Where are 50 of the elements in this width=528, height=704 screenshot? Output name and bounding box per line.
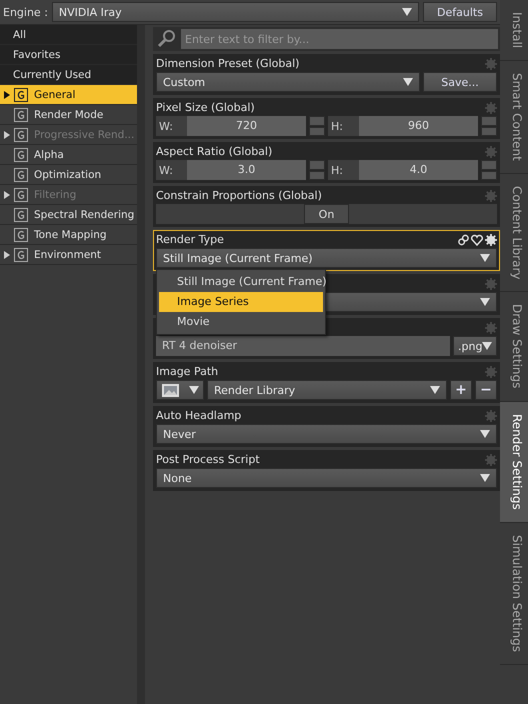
property-label: Render Type bbox=[156, 233, 224, 246]
extension-dropdown[interactable]: .png bbox=[453, 336, 497, 356]
sidebar-item[interactable]: Alpha bbox=[0, 145, 137, 165]
number-field[interactable]: H: 960 bbox=[328, 116, 478, 136]
sidebar-item[interactable]: All bbox=[0, 25, 137, 45]
field-label: W: bbox=[158, 164, 174, 176]
field-value: 960 bbox=[359, 116, 478, 136]
side-tab[interactable]: Simulation Settings bbox=[500, 522, 528, 665]
menu-item[interactable]: Image Series bbox=[159, 292, 323, 312]
preset-dropdown[interactable]: Custom bbox=[156, 72, 420, 92]
search-field[interactable]: Enter text to filter by... bbox=[153, 27, 500, 51]
toggle-button[interactable]: On bbox=[304, 204, 349, 224]
property-label: Pixel Size (Global) bbox=[156, 101, 255, 114]
sidebar-item[interactable]: Favorites bbox=[0, 45, 137, 65]
path-dropdown[interactable]: Render Library bbox=[207, 380, 447, 400]
sidebar-item[interactable]: Optimization bbox=[0, 165, 137, 185]
property-label: Post Process Script bbox=[156, 453, 260, 466]
remove-button[interactable]: − bbox=[475, 380, 497, 400]
sidebar-item[interactable]: Render Mode bbox=[0, 105, 137, 125]
dropdown[interactable]: Still Image (Current Frame) bbox=[156, 248, 497, 268]
add-button[interactable]: + bbox=[450, 380, 472, 400]
side-tab[interactable]: Render Settings bbox=[500, 402, 528, 523]
sidebar-item[interactable]: Environment bbox=[0, 245, 137, 265]
number-field[interactable]: H: 4.0 bbox=[328, 160, 478, 180]
number-field[interactable]: W: 720 bbox=[156, 116, 306, 136]
property-label: Constrain Proportions (Global) bbox=[156, 189, 322, 202]
property-label: Dimension Preset (Global) bbox=[156, 57, 300, 70]
field-value: 4.0 bbox=[359, 160, 478, 180]
menu-item[interactable]: Movie bbox=[159, 312, 323, 332]
dropdown[interactable]: None bbox=[156, 468, 497, 488]
field-value: 720 bbox=[187, 116, 306, 136]
dropdown[interactable]: Never bbox=[156, 424, 497, 444]
sidebar-item[interactable]: General bbox=[0, 85, 137, 105]
field-label: H: bbox=[330, 120, 344, 132]
property-label: Auto Headlamp bbox=[156, 409, 242, 422]
engine-dropdown[interactable]: NVIDIA Iray bbox=[52, 2, 419, 22]
field-label: H: bbox=[330, 164, 344, 176]
property-label: Image Path bbox=[156, 365, 218, 378]
number-field[interactable]: W: 3.0 bbox=[156, 160, 306, 180]
field-value: 3.0 bbox=[187, 160, 306, 180]
menu-item[interactable]: Still Image (Current Frame) bbox=[159, 272, 323, 292]
save-button[interactable]: Save... bbox=[423, 72, 497, 92]
sidebar-item[interactable]: Spectral Rendering bbox=[0, 205, 137, 225]
defaults-button[interactable]: Defaults bbox=[423, 2, 497, 22]
filename-field[interactable]: RT 4 denoiser bbox=[156, 336, 450, 356]
engine-label: Engine : bbox=[3, 6, 48, 18]
sidebar-item[interactable]: Currently Used bbox=[0, 65, 137, 85]
field-label: W: bbox=[158, 120, 174, 132]
sidebar-item[interactable]: Tone Mapping bbox=[0, 225, 137, 245]
property-label: Aspect Ratio (Global) bbox=[156, 145, 272, 158]
